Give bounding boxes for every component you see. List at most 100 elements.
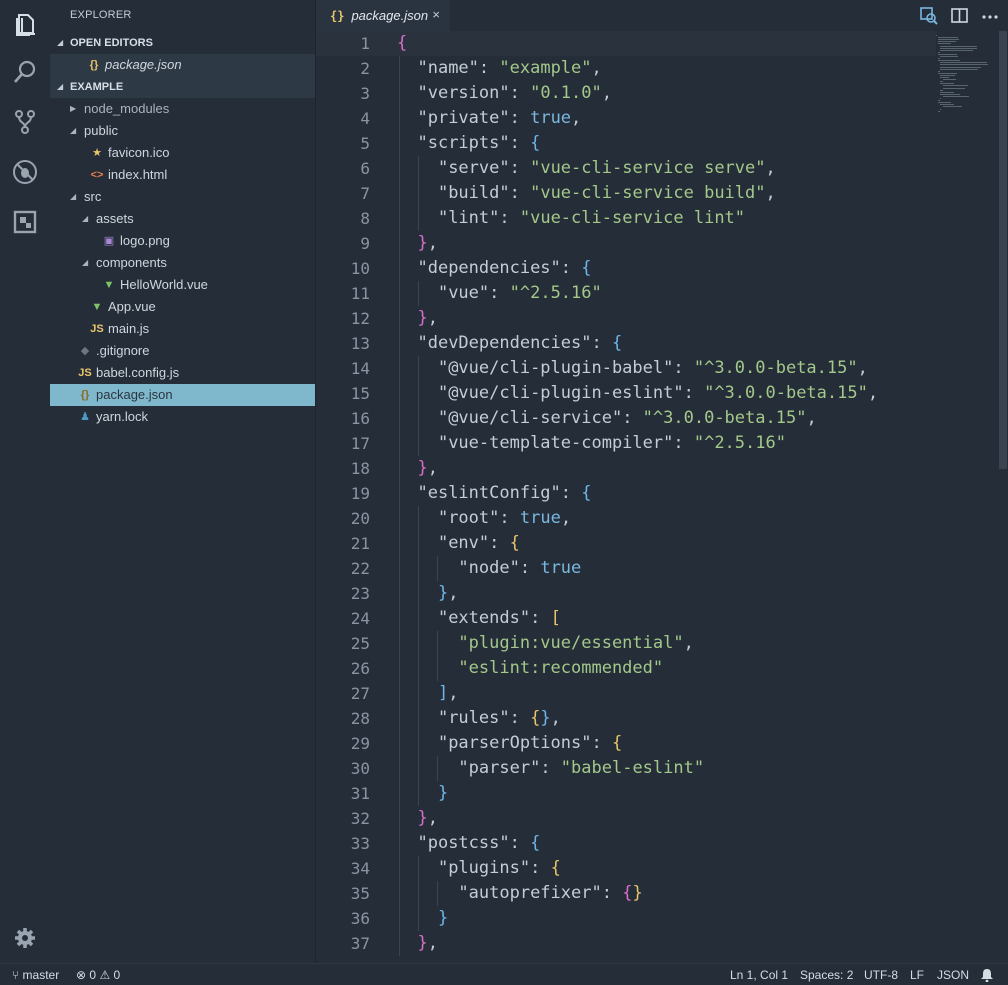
code-line[interactable]: 24 "extends": [ [316, 606, 936, 631]
code-line[interactable]: 21 "env": { [316, 531, 936, 556]
code-line[interactable]: 6 "serve": "vue-cli-service serve", [316, 156, 936, 181]
tree-item-logo-png[interactable]: ▣ logo.png [50, 230, 315, 252]
tree-item-assets[interactable]: ◢ assets [50, 208, 315, 230]
notifications-bell-icon[interactable] [980, 968, 994, 985]
more-actions-icon[interactable] [980, 7, 1000, 27]
split-editor-icon[interactable] [950, 6, 970, 26]
minimap-line [938, 102, 952, 104]
line-number: 21 [350, 534, 370, 553]
open-changes-icon[interactable] [919, 6, 939, 26]
code-line[interactable]: 15 "@vue/cli-plugin-eslint": "^3.0.0-bet… [316, 381, 936, 406]
code-line[interactable]: 27 ], [316, 681, 936, 706]
code-text: ], [437, 683, 459, 703]
tree-item-helloworld-vue[interactable]: ▼ HelloWorld.vue [50, 274, 315, 296]
code-line[interactable]: 35 "autoprefixer": {} [316, 881, 936, 906]
code-line[interactable]: 17 "vue-template-compiler": "^2.5.16" [316, 431, 936, 456]
code-line[interactable]: 5 "scripts": { [316, 131, 936, 156]
chevron-right-icon: ▶ [70, 104, 77, 113]
tree-item-babel-config-js[interactable]: JS babel.config.js [50, 362, 315, 384]
debug-icon[interactable] [0, 147, 50, 197]
code-line[interactable]: 2 "name": "example", [316, 56, 936, 81]
code-line[interactable]: 9 }, [316, 231, 936, 256]
tree-item-gitignore[interactable]: ◆ .gitignore [50, 340, 315, 362]
code-line[interactable]: 10 "dependencies": { [316, 256, 936, 281]
explorer-title: EXPLORER [70, 9, 132, 21]
code-line[interactable]: 14 "@vue/cli-plugin-babel": "^3.0.0-beta… [316, 356, 936, 381]
indent-guide [418, 506, 420, 806]
encoding-status[interactable]: UTF-8 [864, 968, 898, 982]
problems-status[interactable]: ⊗ 0 ⚠ 0 [76, 968, 120, 982]
code-line[interactable]: 28 "rules": {}, [316, 706, 936, 731]
code-editor[interactable]: 1{2 "name": "example", 3 "version": "0.1.… [316, 31, 936, 963]
tree-item-label: src [84, 189, 102, 204]
open-editors-header[interactable]: ◢ OPEN EDITORS [50, 32, 315, 54]
settings-gear-icon[interactable] [0, 913, 50, 963]
vertical-scrollbar[interactable] [999, 31, 1007, 469]
code-line[interactable]: 8 "lint": "vue-cli-service lint" [316, 206, 936, 231]
language-mode[interactable]: JSON [937, 968, 969, 982]
source-control-icon[interactable] [0, 97, 50, 147]
vue-file-icon: ▼ [91, 301, 103, 313]
tab-package-json[interactable]: {} package.json × [316, 0, 450, 31]
code-text: "@vue/cli-plugin-eslint": "^3.0.0-beta.1… [437, 383, 879, 403]
code-line[interactable]: 19 "eslintConfig": { [316, 481, 936, 506]
open-editor-item[interactable]: {} package.json [50, 54, 315, 76]
tree-item-app-vue[interactable]: ▼ App.vue [50, 296, 315, 318]
minimap-line [940, 98, 942, 99]
indent-guide [418, 856, 420, 931]
code-line[interactable]: 20 "root": true, [316, 506, 936, 531]
indent-guide [437, 631, 439, 681]
indentation-status[interactable]: Spaces: 2 [800, 968, 853, 982]
project-header[interactable]: ◢ EXAMPLE [50, 76, 315, 98]
search-icon[interactable] [0, 47, 50, 97]
minimap-line [940, 83, 954, 85]
code-line[interactable]: 34 "plugins": { [316, 856, 936, 881]
code-line[interactable]: 11 "vue": "^2.5.16" [316, 281, 936, 306]
tree-item-src[interactable]: ◢ src [50, 186, 315, 208]
code-line[interactable]: 32 }, [316, 806, 936, 831]
tree-item-public[interactable]: ◢ public [50, 120, 315, 142]
tree-item-index-html[interactable]: <> index.html [50, 164, 315, 186]
code-line[interactable]: 3 "version": "0.1.0", [316, 81, 936, 106]
code-line[interactable]: 31 } [316, 781, 936, 806]
code-line[interactable]: 12 }, [316, 306, 936, 331]
close-icon[interactable]: × [432, 7, 440, 22]
code-line[interactable]: 16 "@vue/cli-service": "^3.0.0-beta.15", [316, 406, 936, 431]
files-icon[interactable] [0, 0, 50, 50]
cursor-position[interactable]: Ln 1, Col 1 [730, 968, 788, 982]
code-line[interactable]: 36 } [316, 906, 936, 931]
minimap[interactable] [936, 31, 991, 131]
minimap-line [940, 64, 988, 66]
eol-status[interactable]: LF [910, 968, 924, 982]
code-line[interactable]: 26 "eslint:recommended" [316, 656, 936, 681]
tree-item-favicon-ico[interactable]: ★ favicon.ico [50, 142, 315, 164]
code-line[interactable]: 4 "private": true, [316, 106, 936, 131]
code-line[interactable]: 18 }, [316, 456, 936, 481]
line-number: 32 [350, 809, 370, 828]
extensions-icon[interactable] [0, 197, 50, 247]
code-text: "rules": {}, [437, 708, 561, 728]
code-line[interactable]: 23 }, [316, 581, 936, 606]
code-line[interactable]: 37 }, [316, 931, 936, 956]
code-line[interactable]: 13 "devDependencies": { [316, 331, 936, 356]
code-line[interactable]: 30 "parser": "babel-eslint" [316, 756, 936, 781]
line-number: 25 [350, 634, 370, 653]
tree-item-main-js[interactable]: JS main.js [50, 318, 315, 340]
branch-status[interactable]: ⑂ master [12, 968, 59, 982]
tree-item-yarn-lock[interactable]: ♟ yarn.lock [50, 406, 315, 428]
tree-item-components[interactable]: ◢ components [50, 252, 315, 274]
code-line[interactable]: 22 "node": true [316, 556, 936, 581]
code-line[interactable]: 33 "postcss": { [316, 831, 936, 856]
code-line[interactable]: 7 "build": "vue-cli-service build", [316, 181, 936, 206]
tree-item-package-json[interactable]: {} package.json [50, 384, 315, 406]
code-text: "version": "0.1.0", [417, 83, 612, 103]
line-number: 26 [350, 659, 370, 678]
tree-item-label: index.html [108, 167, 168, 182]
tree-item-node-modules[interactable]: ▶ node_modules [50, 98, 315, 120]
code-line[interactable]: 29 "parserOptions": { [316, 731, 936, 756]
code-line[interactable]: 25 "plugin:vue/essential", [316, 631, 936, 656]
tree-item-label: yarn.lock [96, 409, 149, 424]
line-number: 13 [350, 334, 370, 353]
code-text: }, [417, 233, 438, 253]
code-line[interactable]: 1{ [316, 31, 936, 56]
